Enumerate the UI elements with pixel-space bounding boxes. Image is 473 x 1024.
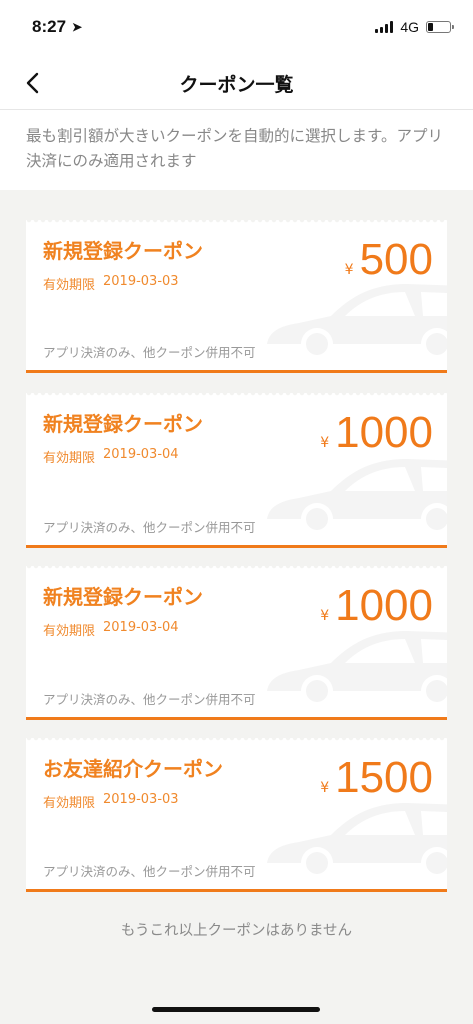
currency-symbol: ¥ — [344, 262, 354, 278]
signal-icon — [375, 21, 394, 33]
network-type: 4G — [400, 19, 419, 35]
currency-symbol: ¥ — [320, 435, 330, 451]
status-indicators: 4G — [375, 19, 454, 35]
car-watermark-icon — [267, 631, 447, 707]
coupon-amount: ¥ 500 — [345, 235, 433, 285]
expiry-date: 2019-03-03 — [103, 792, 179, 807]
coupon-card-1[interactable]: 新規登録クーポン 有効期限 2019-03-03 ¥ 500 アプリ決済のみ、他… — [26, 220, 447, 373]
coupon-card-4[interactable]: お友達紹介クーポン 有効期限 2019-03-03 ¥ 1500 アプリ決済のみ… — [26, 738, 447, 892]
expiry-date: 2019-03-04 — [103, 447, 179, 462]
coupon-note: アプリ決済のみ、他クーポン併用不可 — [43, 692, 256, 707]
coupon-amount: ¥ 1000 — [320, 581, 433, 631]
currency-symbol: ¥ — [320, 608, 330, 624]
coupon-amount: ¥ 1500 — [320, 753, 433, 803]
car-watermark-icon — [267, 284, 447, 360]
amount-value: 1500 — [335, 753, 433, 802]
expiry-label: 有効期限 — [43, 796, 96, 811]
no-more-coupons-text: もうこれ以上クーポンはありません — [120, 923, 353, 939]
status-bar: 8:27 ➤ 4G — [0, 0, 473, 56]
expiry-label: 有効期限 — [43, 278, 96, 293]
navigation-bar: クーポン一覧 — [0, 56, 473, 110]
currency-symbol: ¥ — [320, 780, 330, 796]
expiry-date: 2019-03-03 — [103, 274, 179, 289]
coupon-note: アプリ決済のみ、他クーポン併用不可 — [43, 520, 256, 535]
coupon-card-2[interactable]: 新規登録クーポン 有効期限 2019-03-04 ¥ 1000 アプリ決済のみ、… — [26, 393, 447, 548]
expiry-date: 2019-03-04 — [103, 620, 179, 635]
expiry-label: 有効期限 — [43, 451, 96, 466]
page-title: クーポン一覧 — [179, 74, 294, 96]
coupon-note: アプリ決済のみ、他クーポン併用不可 — [43, 864, 256, 879]
car-watermark-icon — [267, 803, 447, 879]
coupon-expiry: 有効期限 2019-03-03 — [43, 792, 179, 811]
coupon-note: アプリ決済のみ、他クーポン併用不可 — [43, 345, 256, 360]
amount-value: 500 — [359, 235, 433, 284]
coupon-title: 新規登録クーポン — [43, 412, 203, 436]
coupon-title: 新規登録クーポン — [43, 585, 203, 609]
location-arrow-icon: ➤ — [72, 20, 83, 34]
battery-icon — [426, 21, 454, 33]
coupon-description: 最も割引額が大きいクーポンを自動的に選択します。アプリ決済にのみ適用されます — [0, 110, 473, 190]
coupon-expiry: 有効期限 2019-03-03 — [43, 274, 179, 293]
status-time: 8:27 ➤ — [32, 17, 82, 37]
amount-value: 1000 — [335, 408, 433, 457]
home-indicator[interactable] — [152, 1007, 320, 1012]
coupon-expiry: 有効期限 2019-03-04 — [43, 447, 179, 466]
coupon-title: お友達紹介クーポン — [43, 757, 223, 781]
coupon-expiry: 有効期限 2019-03-04 — [43, 620, 179, 639]
coupon-card-3[interactable]: 新規登録クーポン 有効期限 2019-03-04 ¥ 1000 アプリ決済のみ、… — [26, 566, 447, 720]
amount-value: 1000 — [335, 581, 433, 630]
coupon-title: 新規登録クーポン — [43, 239, 203, 263]
expiry-label: 有効期限 — [43, 624, 96, 639]
status-time-text: 8:27 — [32, 17, 67, 36]
coupon-amount: ¥ 1000 — [320, 408, 433, 458]
car-watermark-icon — [267, 459, 447, 535]
